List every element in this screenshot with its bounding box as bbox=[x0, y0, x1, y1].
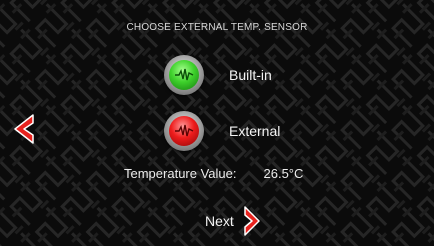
external-radio[interactable] bbox=[164, 111, 204, 151]
option-external[interactable]: External bbox=[164, 111, 280, 151]
temperature-label: Temperature Value: bbox=[124, 166, 237, 181]
temperature-value: 26.5°C bbox=[263, 166, 304, 181]
next-label[interactable]: Next bbox=[205, 213, 234, 229]
waveform-icon bbox=[175, 68, 194, 81]
page-title: CHOOSE EXTERNAL TEMP. SENSOR bbox=[126, 22, 308, 33]
temperature-readout: Temperature Value: 26.5°C bbox=[124, 166, 303, 181]
chevron-right-icon[interactable] bbox=[243, 206, 261, 236]
waveform-icon bbox=[175, 124, 194, 137]
next-button[interactable]: Next bbox=[205, 206, 261, 236]
option-built-in[interactable]: Built-in bbox=[164, 55, 272, 95]
built-in-radio[interactable] bbox=[164, 55, 204, 95]
chevron-left-icon[interactable] bbox=[13, 114, 35, 144]
sensor-selection-screen: CHOOSE EXTERNAL TEMP. SENSOR Built-in Ex… bbox=[0, 0, 434, 246]
built-in-label[interactable]: Built-in bbox=[229, 67, 272, 83]
external-label[interactable]: External bbox=[229, 123, 280, 139]
